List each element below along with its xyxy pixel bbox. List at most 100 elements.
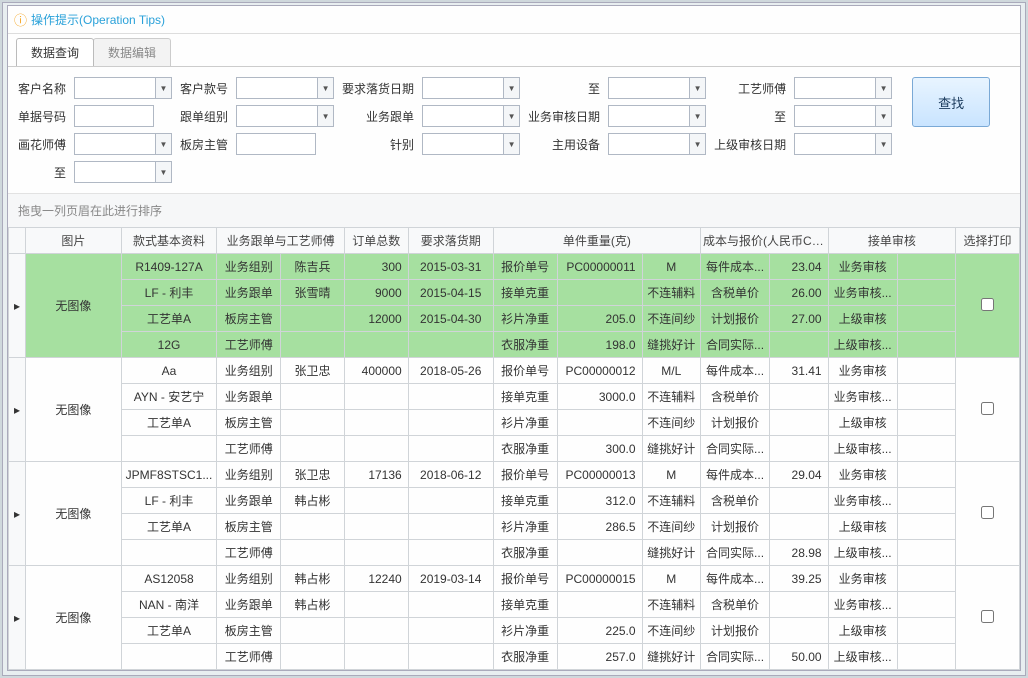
- filter-input[interactable]: [795, 134, 875, 154]
- search-button[interactable]: 查找: [912, 77, 990, 127]
- filter-combo[interactable]: ▼: [74, 77, 172, 99]
- table-row[interactable]: 工艺师傅衣服净重缝挑好计合同实际...28.98上级审核...: [9, 540, 1020, 566]
- table-row[interactable]: LF - 利丰业务跟单韩占彬接单克重312.0不连辅料含税单价业务审核...: [9, 488, 1020, 514]
- filter-label: 跟单组别: [180, 108, 228, 125]
- table-row[interactable]: 工艺师傅衣服净重257.0缝挑好计合同实际...50.00上级审核...: [9, 644, 1020, 670]
- chevron-down-icon[interactable]: ▼: [689, 134, 705, 154]
- print-checkbox[interactable]: [981, 610, 994, 623]
- col-header[interactable]: 业务跟单与工艺师傅: [217, 228, 345, 254]
- table-row[interactable]: 工艺单A板房主管衫片净重225.0不连间纱计划报价上级审核: [9, 618, 1020, 644]
- cell-b1: 板房主管: [217, 410, 281, 436]
- cell-u1: 衫片净重: [493, 514, 557, 540]
- filter-input[interactable]: [795, 106, 875, 126]
- table-row[interactable]: 工艺单A板房主管120002015-04-30衫片净重205.0不连间纱计划报价…: [9, 306, 1020, 332]
- col-header[interactable]: 订单总数: [344, 228, 408, 254]
- filter-input[interactable]: [423, 106, 503, 126]
- print-checkbox[interactable]: [981, 298, 994, 311]
- table-row[interactable]: 工艺单A板房主管衫片净重不连间纱计划报价上级审核: [9, 410, 1020, 436]
- cell-c2: [770, 488, 828, 514]
- chevron-down-icon[interactable]: ▼: [689, 106, 705, 126]
- cell-style: AS12058: [121, 566, 217, 592]
- table-row[interactable]: 工艺单A板房主管衫片净重286.5不连间纱计划报价上级审核: [9, 514, 1020, 540]
- filter-input[interactable]: [423, 134, 503, 154]
- filter-input[interactable]: [609, 106, 689, 126]
- filter-text[interactable]: [236, 133, 316, 155]
- table-row[interactable]: LF - 利丰业务跟单张雪晴90002015-04-15接单克重不连辅料含税单价…: [9, 280, 1020, 306]
- filter-combo[interactable]: ▼: [608, 77, 706, 99]
- cell-style: LF - 利丰: [121, 488, 217, 514]
- filter-input[interactable]: [609, 78, 689, 98]
- chevron-down-icon[interactable]: ▼: [317, 78, 333, 98]
- chevron-down-icon[interactable]: ▼: [317, 106, 333, 126]
- filter-input[interactable]: [75, 78, 155, 98]
- expand-toggle[interactable]: ▸: [9, 254, 26, 358]
- col-header[interactable]: 成本与报价(人民币CNY): [701, 228, 829, 254]
- tab-0[interactable]: 数据查询: [16, 38, 94, 66]
- expand-toggle[interactable]: ▸: [9, 566, 26, 670]
- cell-c2: 28.98: [770, 540, 828, 566]
- cell-u1: 衣服净重: [493, 540, 557, 566]
- tab-1[interactable]: 数据编辑: [93, 38, 171, 66]
- chevron-down-icon[interactable]: ▼: [503, 106, 519, 126]
- table-row[interactable]: NAN - 南洋业务跟单韩占彬接单克重不连辅料含税单价业务审核...: [9, 592, 1020, 618]
- chevron-down-icon[interactable]: ▼: [875, 134, 891, 154]
- filter-combo[interactable]: ▼: [794, 105, 892, 127]
- operation-tips-bar[interactable]: ⓘ 操作提示(Operation Tips): [8, 6, 1020, 34]
- col-header[interactable]: 接单审核: [828, 228, 956, 254]
- cell-u3: 不连间纱: [642, 618, 700, 644]
- table-row[interactable]: ▸无图像Aa业务组别张卫忠4000002018-05-26报价单号PC00000…: [9, 358, 1020, 384]
- filter-combo[interactable]: ▼: [608, 133, 706, 155]
- col-header[interactable]: 款式基本资料: [121, 228, 217, 254]
- filter-input[interactable]: [423, 78, 503, 98]
- print-checkbox[interactable]: [981, 506, 994, 519]
- filter-combo[interactable]: ▼: [422, 77, 520, 99]
- cell-a1: 业务审核: [828, 254, 897, 280]
- filter-input[interactable]: [609, 134, 689, 154]
- print-checkbox[interactable]: [981, 402, 994, 415]
- chevron-down-icon[interactable]: ▼: [155, 162, 171, 182]
- cell-u3: 不连间纱: [642, 410, 700, 436]
- cell-u3: 不连辅料: [642, 280, 700, 306]
- filter-input[interactable]: [795, 78, 875, 98]
- col-header[interactable]: 要求落货期: [408, 228, 493, 254]
- chevron-down-icon[interactable]: ▼: [689, 78, 705, 98]
- expand-toggle[interactable]: ▸: [9, 462, 26, 566]
- filter-input[interactable]: [237, 106, 317, 126]
- filter-input[interactable]: [75, 162, 155, 182]
- filter-input[interactable]: [75, 134, 155, 154]
- table-row[interactable]: AYN - 安艺宁业务跟单接单克重3000.0不连辅料含税单价业务审核...: [9, 384, 1020, 410]
- expand-toggle[interactable]: ▸: [9, 358, 26, 462]
- table-row[interactable]: ▸无图像R1409-127A业务组别陈吉兵3002015-03-31报价单号PC…: [9, 254, 1020, 280]
- filter-combo[interactable]: ▼: [608, 105, 706, 127]
- col-header[interactable]: 选择打印: [956, 228, 1020, 254]
- chevron-down-icon[interactable]: ▼: [875, 106, 891, 126]
- filter-combo[interactable]: ▼: [794, 133, 892, 155]
- cell-b2: 张雪晴: [281, 280, 345, 306]
- table-row[interactable]: 工艺师傅衣服净重300.0缝挑好计合同实际...上级审核...: [9, 436, 1020, 462]
- col-header[interactable]: [9, 228, 26, 254]
- group-by-hint[interactable]: 拖曳一列页眉在此进行排序: [8, 193, 1020, 227]
- chevron-down-icon[interactable]: ▼: [155, 134, 171, 154]
- chevron-down-icon[interactable]: ▼: [155, 78, 171, 98]
- cell-b2: 陈吉兵: [281, 254, 345, 280]
- cell-date: [408, 592, 493, 618]
- filter-combo[interactable]: ▼: [74, 133, 172, 155]
- filter-input[interactable]: [237, 78, 317, 98]
- filter-combo[interactable]: ▼: [794, 77, 892, 99]
- col-header[interactable]: 图片: [26, 228, 122, 254]
- filter-combo[interactable]: ▼: [422, 105, 520, 127]
- chevron-down-icon[interactable]: ▼: [875, 78, 891, 98]
- filter-text[interactable]: [74, 105, 154, 127]
- chevron-down-icon[interactable]: ▼: [503, 134, 519, 154]
- cell-u2: PC00000012: [557, 358, 642, 384]
- col-header[interactable]: 单件重量(克): [493, 228, 700, 254]
- table-row[interactable]: ▸无图像JPMF8STSC1...业务组别张卫忠171362018-06-12报…: [9, 462, 1020, 488]
- filter-label: 工艺师傅: [714, 80, 786, 97]
- table-row[interactable]: 12G工艺师傅衣服净重198.0缝挑好计合同实际...上级审核...: [9, 332, 1020, 358]
- filter-combo[interactable]: ▼: [236, 77, 334, 99]
- chevron-down-icon[interactable]: ▼: [503, 78, 519, 98]
- table-row[interactable]: ▸无图像AS12058业务组别韩占彬122402019-03-14报价单号PC0…: [9, 566, 1020, 592]
- filter-combo[interactable]: ▼: [422, 133, 520, 155]
- filter-combo[interactable]: ▼: [74, 161, 172, 183]
- filter-combo[interactable]: ▼: [236, 105, 334, 127]
